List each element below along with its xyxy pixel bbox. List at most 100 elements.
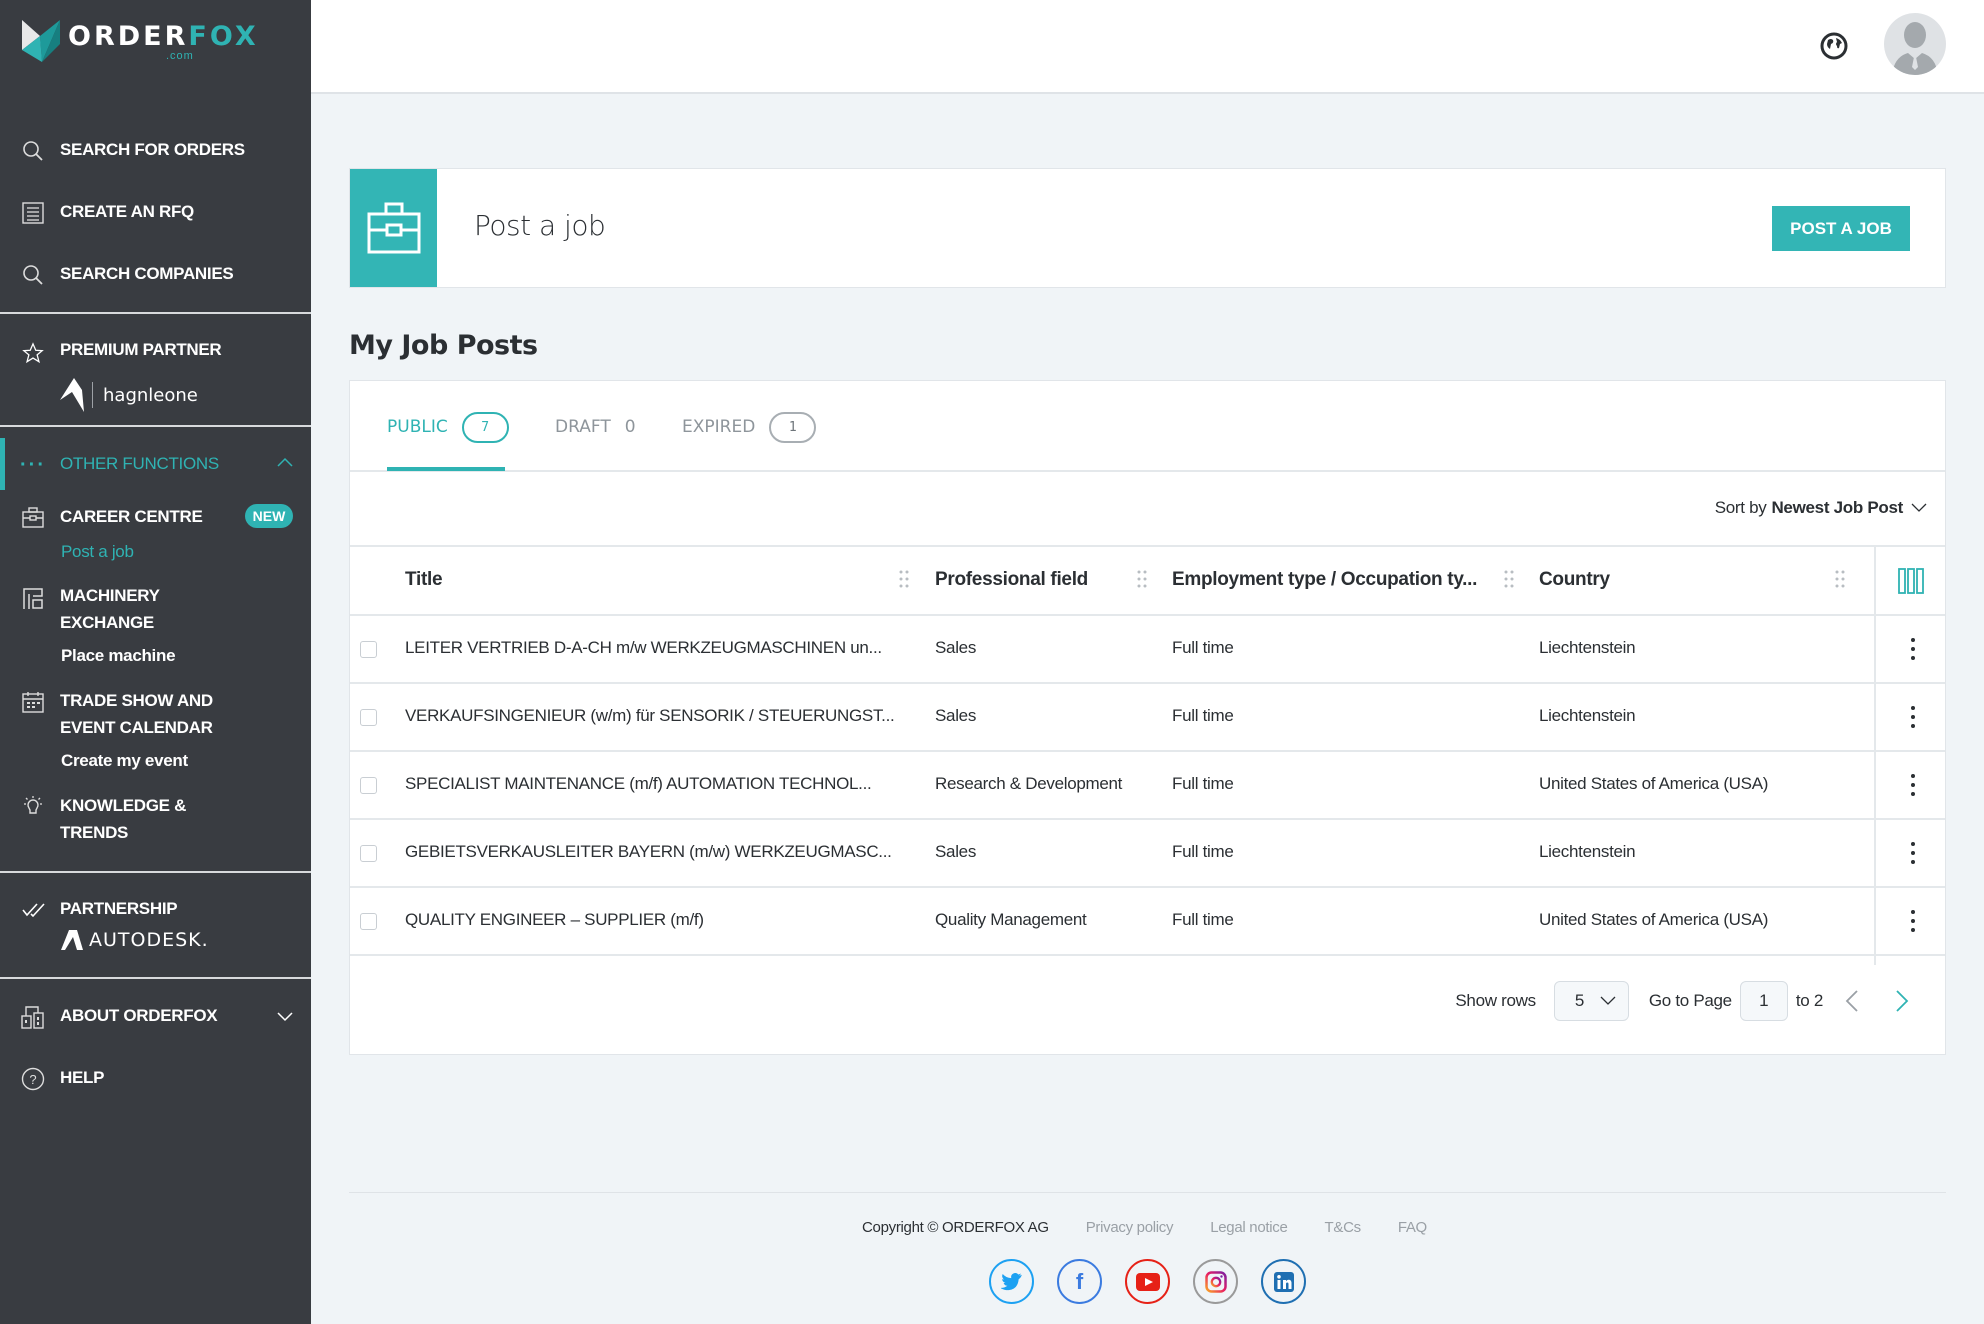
terms-link[interactable]: T&Cs (1325, 1219, 1362, 1236)
page-number-input[interactable] (1739, 981, 1788, 1021)
table-row[interactable]: VERKAUFSINGENIEUR (w/m) für SENSORIK / S… (350, 684, 1945, 752)
cell-title[interactable]: QUALITY ENGINEER – SUPPLIER (m/f) (405, 910, 704, 930)
drag-handle-icon[interactable] (1137, 569, 1147, 589)
nav-label-line2: EXCHANGE (60, 613, 154, 632)
rows-per-page-select[interactable]: 5 (1553, 981, 1629, 1021)
more-vertical-icon[interactable] (1903, 840, 1923, 866)
row-checkbox[interactable] (360, 777, 377, 794)
table-row[interactable]: SPECIALIST MAINTENANCE (m/f) AUTOMATION … (350, 752, 1945, 820)
user-avatar[interactable] (1884, 13, 1946, 75)
nav-label: SEARCH COMPANIES (60, 264, 234, 283)
goto-page-label: Go to Page (1648, 991, 1732, 1010)
more-vertical-icon[interactable] (1903, 772, 1923, 798)
nav-create-rfq[interactable]: CREATE AN RFQ (0, 198, 311, 228)
logo-suffix: .com (166, 50, 194, 62)
partner-name: AUTODESK. (89, 929, 209, 951)
cell-type: Full time (1172, 706, 1234, 725)
cell-title[interactable]: LEITER VERTRIEB D-A-CH m/w WERKZEUGMASCH… (405, 638, 882, 658)
nav-about-orderfox[interactable]: ABOUT ORDERFOX (0, 1002, 311, 1032)
more-vertical-icon[interactable] (1903, 908, 1923, 934)
cell-title[interactable]: GEBIETSVERKAUSLEITER BAYERN (m/w) WERKZE… (405, 842, 892, 862)
cell-country: Liechtenstein (1539, 706, 1636, 725)
instagram-icon[interactable] (1193, 1259, 1238, 1304)
faq-link[interactable]: FAQ (1398, 1219, 1427, 1236)
column-header-title[interactable]: Title (405, 569, 443, 591)
nav-sub-post-a-job[interactable]: Post a job (61, 541, 134, 563)
fox-logo-icon (22, 20, 60, 62)
nav-label: OTHER FUNCTIONS (60, 454, 219, 473)
rows-value: 5 (1574, 991, 1584, 1010)
nav-other-functions[interactable]: ··· OTHER FUNCTIONS (0, 450, 311, 480)
partner-name: hagnleone (103, 384, 198, 406)
drag-handle-icon[interactable] (1835, 569, 1845, 589)
footer-links: Copyright © ORDERFOX AG Privacy policy L… (862, 1219, 1427, 1236)
tab-expired[interactable]: EXPIRED 1 (682, 411, 817, 443)
column-header-employment-type[interactable]: Employment type / Occupation ty... (1172, 569, 1477, 591)
column-header-country[interactable]: Country (1539, 569, 1610, 591)
tab-public[interactable]: PUBLIC 7 (387, 411, 509, 443)
nav-machinery-exchange[interactable]: MACHINERY EXCHANGE (0, 582, 311, 638)
lightbulb-icon (20, 794, 46, 820)
tab-label: DRAFT (555, 417, 611, 437)
active-tab-underline (387, 467, 505, 471)
list-icon (20, 200, 46, 226)
hagnleone-partner-logo[interactable]: hagnleone (60, 378, 198, 412)
nav-premium-partner[interactable]: PREMIUM PARTNER (0, 336, 311, 366)
autodesk-partner-logo[interactable]: AUTODESK. (61, 929, 209, 951)
nav-knowledge-trends[interactable]: KNOWLEDGE & TRENDS (0, 792, 311, 848)
sidebar: ORDERFOX .com SEARCH FOR ORDERS CREATE A… (0, 0, 311, 1324)
cell-title[interactable]: VERKAUFSINGENIEUR (w/m) für SENSORIK / S… (405, 706, 895, 726)
svg-text:?: ? (29, 1072, 36, 1087)
drag-handle-icon[interactable] (899, 569, 909, 589)
cell-country: United States of America (USA) (1539, 774, 1769, 793)
column-header-professional-field[interactable]: Professional field (935, 569, 1088, 591)
privacy-policy-link[interactable]: Privacy policy (1086, 1219, 1174, 1236)
nav-label: CREATE AN RFQ (60, 202, 194, 221)
machine-icon (20, 586, 46, 612)
sidebar-divider (0, 312, 311, 314)
nav-label: SEARCH FOR ORDERS (60, 140, 245, 159)
nav-trade-show[interactable]: TRADE SHOW AND EVENT CALENDAR (0, 687, 311, 743)
tab-draft[interactable]: DRAFT 0 (555, 411, 636, 443)
linkedin-icon[interactable] (1261, 1259, 1306, 1304)
nav-search-orders[interactable]: SEARCH FOR ORDERS (0, 136, 311, 166)
briefcase-icon (20, 505, 46, 531)
table-row[interactable]: QUALITY ENGINEER – SUPPLIER (m/f) Qualit… (350, 888, 1945, 956)
youtube-icon[interactable] (1125, 1259, 1170, 1304)
more-vertical-icon[interactable] (1903, 636, 1923, 662)
page-title: My Job Posts (349, 330, 538, 361)
row-checkbox[interactable] (360, 913, 377, 930)
status-tabs: PUBLIC 7 DRAFT 0 EXPIRED 1 (350, 381, 1945, 472)
post-a-job-button[interactable]: POST A JOB (1772, 206, 1910, 251)
search-icon (20, 138, 46, 164)
row-checkbox[interactable] (360, 845, 377, 862)
row-checkbox[interactable] (360, 709, 377, 726)
nav-search-companies[interactable]: SEARCH COMPANIES (0, 260, 311, 290)
columns-settings-icon[interactable] (1898, 568, 1924, 594)
nav-label: HELP (60, 1068, 105, 1087)
post-card-title: Post a job (474, 209, 606, 242)
sort-dropdown[interactable]: Sort by Newest Job Post (1715, 498, 1927, 518)
nav-sub-place-machine[interactable]: Place machine (61, 645, 176, 667)
cell-country: Liechtenstein (1539, 842, 1636, 861)
twitter-icon[interactable] (989, 1259, 1034, 1304)
legal-notice-link[interactable]: Legal notice (1210, 1219, 1288, 1236)
orderfox-logo[interactable]: ORDERFOX (22, 20, 259, 62)
cell-type: Full time (1172, 842, 1234, 861)
facebook-icon[interactable]: f (1057, 1259, 1102, 1304)
table-row[interactable]: GEBIETSVERKAUSLEITER BAYERN (m/w) WERKZE… (350, 820, 1945, 888)
globe-icon[interactable] (1819, 31, 1849, 61)
prev-page-button[interactable] (1845, 989, 1859, 1013)
help-icon: ? (20, 1066, 46, 1092)
cell-title[interactable]: SPECIALIST MAINTENANCE (m/f) AUTOMATION … (405, 774, 872, 794)
nav-help[interactable]: ? HELP (0, 1064, 311, 1094)
nav-partnership[interactable]: PARTNERSHIP (0, 895, 311, 925)
drag-handle-icon[interactable] (1504, 569, 1514, 589)
nav-sub-create-event[interactable]: Create my event (61, 750, 188, 772)
pagination: Show rows 5 Go to Page to 2 (1455, 981, 1909, 1021)
table-row[interactable]: LEITER VERTRIEB D-A-CH m/w WERKZEUGMASCH… (350, 616, 1945, 684)
more-vertical-icon[interactable] (1903, 704, 1923, 730)
total-pages-label: to 2 (1795, 991, 1823, 1010)
next-page-button[interactable] (1895, 989, 1909, 1013)
row-checkbox[interactable] (360, 641, 377, 658)
